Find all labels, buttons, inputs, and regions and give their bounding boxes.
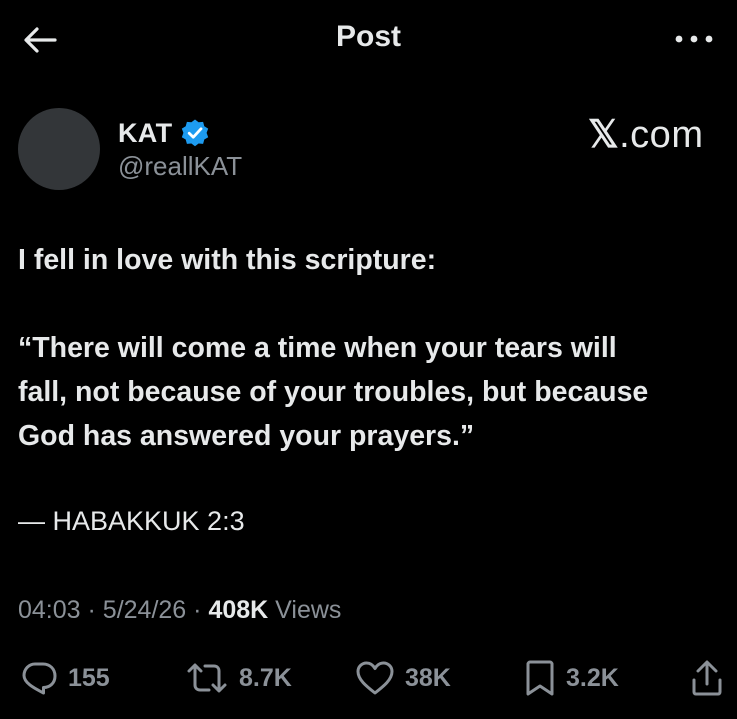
quote-line: God has answered your prayers.”	[18, 420, 475, 452]
watermark-domain: .com	[619, 114, 704, 156]
bookmark-icon	[526, 660, 554, 696]
meta-separator: ·	[193, 596, 202, 624]
user-handle[interactable]: @reallKAT	[118, 151, 242, 182]
share-button[interactable]	[690, 658, 724, 698]
bookmark-count: 3.2K	[566, 663, 619, 692]
display-name[interactable]: KAT	[118, 118, 172, 149]
verified-badge-icon	[180, 118, 210, 148]
watermark: 𝕏.com	[588, 112, 703, 157]
bookmark-button[interactable]: 3.2K	[524, 658, 619, 698]
more-horizontal-icon	[675, 35, 713, 43]
views-count: 408K	[208, 596, 269, 624]
quote-line: “There will come a time when your tears …	[18, 332, 617, 364]
x-logo-icon: 𝕏	[588, 114, 620, 156]
post-date[interactable]: 5/24/26	[103, 596, 186, 624]
quote-line: fall, not because of your troubles, but …	[18, 376, 649, 408]
meta-separator: ·	[87, 596, 96, 624]
repost-icon	[187, 663, 227, 693]
more-options-button[interactable]	[670, 24, 718, 54]
reply-icon	[22, 662, 57, 695]
reply-button[interactable]: 155	[20, 658, 110, 698]
heart-icon	[356, 661, 394, 695]
scripture-attribution: — HABAKKUK 2:3	[18, 506, 245, 536]
like-count: 38K	[405, 663, 451, 692]
repost-count: 8.7K	[239, 663, 292, 692]
tweet-intro: I fell in love with this scripture:	[18, 244, 437, 276]
post-time[interactable]: 04:03	[18, 596, 81, 624]
action-bar: 155 8.7K 38K 3.2K	[0, 650, 737, 706]
repost-button[interactable]: 8.7K	[185, 658, 292, 698]
author-name-row[interactable]: KAT	[118, 116, 210, 150]
page-title: Post	[335, 20, 401, 53]
top-bar: Post	[0, 0, 737, 80]
like-button[interactable]: 38K	[355, 658, 451, 698]
tweet-text: I fell in love with this scripture: “The…	[18, 238, 734, 458]
reply-count: 155	[68, 663, 110, 692]
post-meta: 04:03 · 5/24/26 · 408K Views	[18, 596, 341, 625]
views-label: Views	[275, 596, 342, 624]
avatar[interactable]	[18, 108, 100, 190]
share-icon	[692, 660, 722, 696]
